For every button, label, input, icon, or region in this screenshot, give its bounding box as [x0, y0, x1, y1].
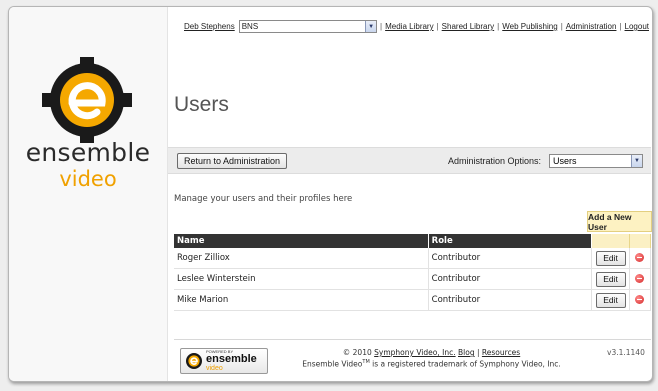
nav-separator: | — [380, 22, 383, 31]
nav-link-administration[interactable]: Administration — [566, 22, 617, 31]
brand-wordmark: ensemble — [25, 138, 151, 167]
app-window: ensemble video Deb Stephens BNS ▼ | Medi… — [8, 6, 653, 382]
footer-divider — [174, 339, 651, 340]
administration-options-label: Administration Options: — [448, 156, 542, 166]
nav-separator: | — [560, 22, 563, 31]
delete-cell — [629, 289, 652, 311]
return-to-administration-button[interactable]: Return to Administration — [177, 153, 288, 169]
admin-toolbar: Return to Administration Administration … — [168, 147, 651, 174]
user-role-cell: Contributor — [428, 248, 593, 269]
organization-select[interactable]: BNS ▼ — [238, 20, 378, 33]
page-title: Users — [174, 93, 229, 116]
nav-separator: | — [619, 22, 622, 31]
copyright-text: © 2010 — [342, 348, 372, 357]
ensemble-logo-icon — [42, 57, 132, 143]
company-link[interactable]: Symphony Video, Inc. — [374, 348, 455, 357]
powered-by-badge[interactable]: POWERED BY ensemble video — [180, 348, 268, 374]
version-number: v3.1.1140 — [607, 348, 645, 357]
nav-link-shared-library[interactable]: Shared Library — [442, 22, 494, 31]
powered-by-text: POWERED BY ensemble video — [206, 350, 257, 373]
table-row: Mike Marion Contributor Edit — [174, 289, 652, 311]
ensemble-mini-logo-icon — [186, 353, 202, 369]
edit-cell: Edit — [591, 248, 630, 269]
user-name-link[interactable]: Deb Stephens — [184, 22, 235, 31]
user-name-cell: Leslee Winterstein — [174, 268, 429, 290]
trademark-statement: is a registered trademark of Symphony Vi… — [372, 359, 561, 369]
table-row: Roger Zilliox Contributor Edit — [174, 248, 652, 269]
delete-cell — [629, 248, 652, 269]
edit-button[interactable]: Edit — [595, 271, 626, 287]
chevron-down-icon[interactable]: ▼ — [631, 155, 642, 167]
trademark-text: Ensemble VideoTM is a registered tradema… — [274, 359, 589, 369]
page-description: Manage your users and their profiles her… — [174, 194, 353, 204]
administration-options-value: Users — [553, 156, 577, 166]
trademark-symbol: TM — [362, 359, 370, 365]
delete-icon[interactable] — [635, 274, 645, 283]
user-name-cell: Mike Marion — [174, 289, 429, 311]
table-row: Leslee Winterstein Contributor Edit — [174, 268, 652, 290]
user-name-cell: Roger Zilliox — [174, 248, 429, 269]
column-header-delete — [629, 234, 652, 248]
footer-separator: | — [476, 348, 480, 357]
trademark-product: Ensemble Video — [302, 359, 363, 369]
brand-sidebar: ensemble video — [9, 7, 168, 381]
column-header-role[interactable]: Role — [428, 234, 593, 248]
brand-subword: video — [59, 167, 117, 191]
delete-icon[interactable] — [635, 295, 645, 304]
table-header-row: Name Role — [174, 234, 652, 248]
chevron-down-icon[interactable]: ▼ — [365, 21, 377, 32]
administration-options-select[interactable]: Users ▼ — [549, 154, 643, 168]
nav-separator: | — [436, 22, 439, 31]
edit-button[interactable]: Edit — [595, 250, 626, 266]
blog-link[interactable]: Blog — [458, 348, 475, 357]
edit-cell: Edit — [591, 268, 630, 290]
organization-select-value: BNS — [241, 22, 259, 31]
edit-cell: Edit — [591, 289, 630, 311]
add-new-user-button[interactable]: Add a New User — [587, 211, 652, 232]
nav-link-logout[interactable]: Logout — [625, 22, 649, 31]
delete-cell — [629, 268, 652, 290]
nav-link-web-publishing[interactable]: Web Publishing — [502, 22, 557, 31]
nav-link-media-library[interactable]: Media Library — [385, 22, 433, 31]
powered-by-brand: ensemble — [206, 353, 257, 365]
user-role-cell: Contributor — [428, 268, 593, 290]
nav-separator: | — [497, 22, 500, 31]
powered-by-sub: video — [206, 365, 223, 372]
column-header-edit — [591, 234, 630, 248]
delete-icon[interactable] — [635, 253, 645, 262]
users-table: Name Role Roger Zilliox Contributor Edit… — [174, 234, 652, 311]
user-role-cell: Contributor — [428, 289, 593, 311]
top-navigation: Deb Stephens BNS ▼ | Media Library | Sha… — [184, 20, 649, 33]
column-header-name[interactable]: Name — [174, 234, 429, 248]
footer-links: © 2010 Symphony Video, Inc. Blog | Resou… — [274, 348, 589, 357]
resources-link[interactable]: Resources — [482, 348, 520, 357]
edit-button[interactable]: Edit — [595, 292, 626, 308]
